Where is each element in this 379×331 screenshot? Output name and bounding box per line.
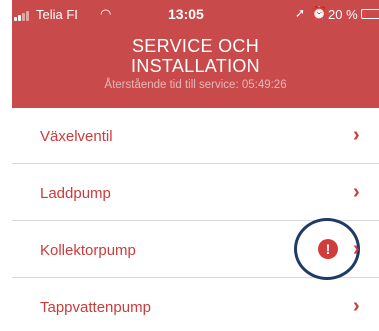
page-title-line2: INSTALLATION (131, 56, 260, 76)
menu-item-label: Tappvattenpump (40, 299, 151, 316)
signal-icon (14, 11, 32, 21)
battery-icon (361, 9, 379, 19)
chevron-right-icon: › (353, 181, 360, 203)
wifi-icon: ◠ (100, 6, 112, 21)
page-title-line1: SERVICE OCH (132, 36, 259, 56)
battery-percent: 20 % (328, 7, 358, 22)
warning-icon: ! (318, 239, 338, 259)
chevron-right-icon: › (353, 238, 360, 260)
menu-item-label: Växelventil (40, 128, 113, 145)
menu-item-laddpump[interactable]: Laddpump › (12, 165, 379, 221)
carrier-name: Telia FI (36, 7, 78, 22)
status-time: 13:05 (168, 6, 204, 22)
chevron-right-icon: › (353, 295, 360, 317)
menu-item-vaxelventil[interactable]: Växelventil › (12, 108, 379, 164)
menu-item-tappvattenpump[interactable]: Tappvattenpump › (12, 279, 379, 331)
location-icon: ➚ (295, 6, 306, 20)
menu-item-label: Kollektorpump (40, 242, 136, 259)
service-countdown: Återstående tid till service: 05:49:26 (104, 79, 287, 91)
menu-item-kollektorpump[interactable]: Kollektorpump ! › (12, 218, 379, 280)
header: Telia FI ◠ 13:05 ➚ ⏰ 20 % SERVICE OCH IN… (12, 0, 379, 108)
status-bar: Telia FI ◠ 13:05 ➚ ⏰ 20 % (12, 0, 379, 28)
menu-item-label: Laddpump (40, 185, 111, 202)
alarm-icon: ⏰ (311, 5, 328, 20)
chevron-right-icon: › (353, 124, 360, 146)
